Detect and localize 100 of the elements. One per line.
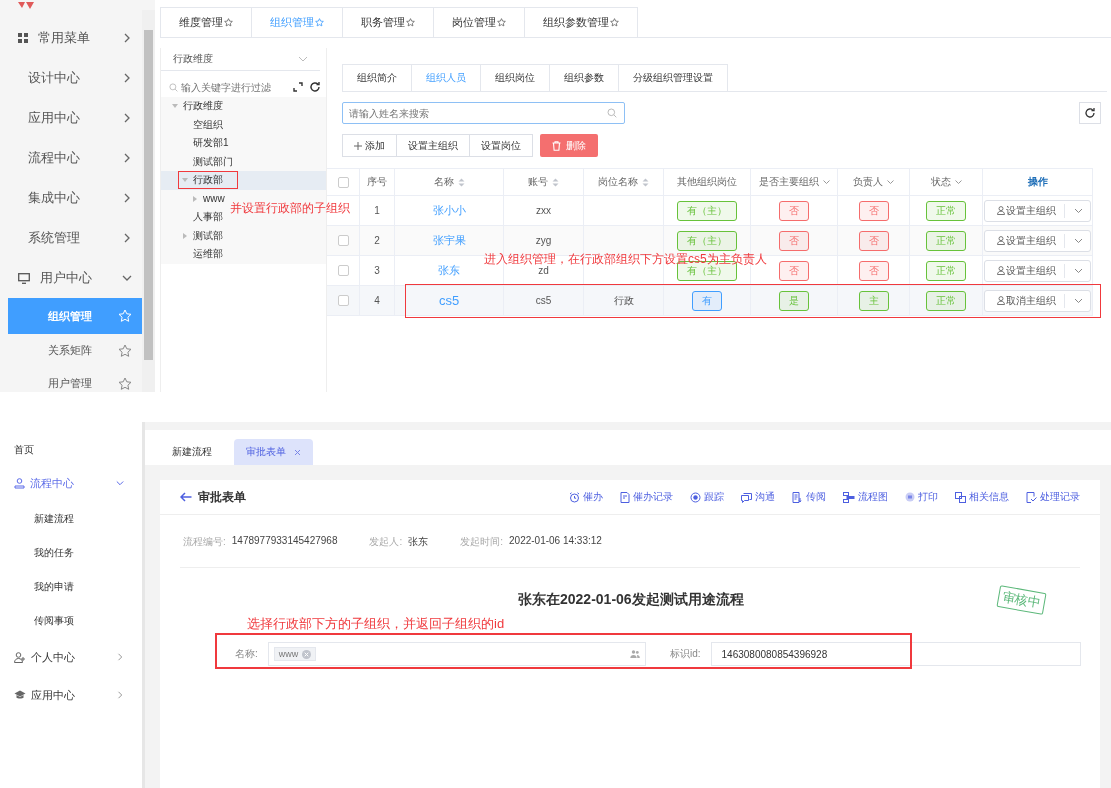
annotation-text: 并设置行政部的子组织: [230, 200, 350, 217]
menu-item[interactable]: 集成中心: [0, 178, 142, 218]
back-link[interactable]: 审批表单: [180, 488, 246, 506]
menu-item[interactable]: 我的申请: [0, 570, 142, 604]
user-icon: [997, 236, 1005, 245]
column-header[interactable]: 状态: [930, 175, 962, 189]
action-link[interactable]: 传阅: [792, 490, 826, 504]
refresh-icon[interactable]: [309, 81, 321, 93]
column-header[interactable]: 账号: [528, 175, 559, 189]
split-button[interactable]: 设置主组织: [984, 259, 1091, 282]
status-tag: 否: [858, 200, 889, 221]
filter-field[interactable]: 输入关键字进行过滤: [181, 81, 277, 93]
column-header[interactable]: 序号: [367, 175, 387, 189]
checkbox[interactable]: [337, 265, 349, 276]
menu-item[interactable]: 常用菜单: [0, 18, 142, 58]
table-cell: zxx: [536, 205, 551, 216]
checkbox[interactable]: [337, 295, 349, 306]
chevron-icon: [1074, 267, 1083, 274]
add-button[interactable]: 添加: [342, 134, 397, 157]
action-link[interactable]: 流程图: [843, 490, 888, 504]
menu-item[interactable]: 我的任务: [0, 536, 142, 570]
sort-icon[interactable]: [457, 177, 465, 187]
chevron-icon[interactable]: [954, 179, 962, 185]
tab[interactable]: 岗位管理: [434, 7, 525, 37]
tree-node[interactable]: 运维部: [161, 245, 241, 264]
checkbox[interactable]: [337, 235, 349, 246]
menu-item[interactable]: 传阅事项: [0, 604, 142, 638]
menu-item[interactable]: 关系矩阵: [8, 334, 142, 367]
menu-item[interactable]: 新建流程: [0, 502, 142, 536]
tree-node[interactable]: 研发部1: [161, 134, 247, 153]
chevron-icon[interactable]: [887, 179, 894, 185]
remove-icon[interactable]: [302, 649, 312, 659]
action-link[interactable]: 催办记录: [620, 490, 673, 504]
tab[interactable]: 新建流程: [160, 439, 224, 465]
column-header[interactable]: 名称: [433, 175, 465, 189]
tab[interactable]: 审批表单: [234, 439, 313, 465]
menu-item[interactable]: 系统管理: [0, 218, 142, 258]
tab[interactable]: 组织参数管理: [525, 7, 638, 37]
column-header[interactable]: 负责人: [853, 175, 894, 189]
flowchart-icon: [843, 491, 855, 503]
action-link[interactable]: 处理记录: [1026, 490, 1080, 504]
stamp-icon: [14, 477, 25, 489]
chevron-icon[interactable]: [822, 179, 830, 185]
column-header[interactable]: 岗位名称: [598, 175, 649, 189]
chat-icon: [741, 491, 752, 503]
star-icon[interactable]: [118, 376, 132, 391]
close-icon[interactable]: [294, 448, 301, 456]
sort-icon[interactable]: [552, 177, 559, 187]
split-button[interactable]: 设置主组织: [984, 229, 1091, 252]
menu-item[interactable]: 应用中心: [0, 676, 142, 714]
tab[interactable]: 组织岗位: [481, 64, 550, 91]
column-header[interactable]: 操作: [1027, 175, 1048, 189]
annotation-text: 选择行政部下方的子组织，并返回子组织的id: [247, 615, 505, 633]
column-header[interactable]: 是否主要组织: [758, 175, 830, 189]
alarm-clock-icon: [569, 491, 580, 503]
split-button[interactable]: 取消主组织: [984, 289, 1091, 312]
expand-icon[interactable]: [293, 82, 303, 92]
menu-item[interactable]: 首页: [0, 436, 142, 464]
tree-node[interactable]: 空组织: [161, 115, 241, 134]
refresh-button[interactable]: [1079, 102, 1101, 124]
tab[interactable]: 组织参数: [550, 64, 619, 91]
star-icon[interactable]: [118, 343, 132, 358]
action-link[interactable]: 沟通: [741, 490, 775, 504]
menu-item[interactable]: 用户中心: [0, 258, 142, 298]
menu-item[interactable]: 流程中心: [0, 464, 142, 502]
toolbar-button[interactable]: 设置岗位: [470, 134, 533, 157]
users-icon[interactable]: [630, 650, 640, 658]
action-link[interactable]: 催办: [569, 490, 603, 504]
tree-node[interactable]: 测试部: [161, 226, 241, 245]
split-button[interactable]: 设置主组织: [984, 199, 1091, 222]
tab[interactable]: 分级组织管理设置: [619, 64, 728, 91]
table-cell: 行政: [613, 293, 634, 308]
scrollbar[interactable]: [142, 10, 155, 392]
action-link[interactable]: 相关信息: [955, 490, 1009, 504]
checkbox[interactable]: [337, 176, 349, 188]
search-field[interactable]: 请输入姓名来搜索: [342, 102, 625, 124]
target-icon: [690, 491, 701, 503]
column-header[interactable]: 其他组织岗位: [677, 175, 737, 189]
menu-item[interactable]: 设计中心: [0, 58, 142, 98]
tree-node[interactable]: 测试部门: [161, 152, 251, 171]
menu-item[interactable]: 用户管理: [8, 367, 142, 392]
menu-item[interactable]: 流程中心: [0, 138, 142, 178]
chevron-icon: [1074, 207, 1083, 214]
tree-node[interactable]: 行政维度: [161, 97, 241, 116]
meta-label: 发起人:: [369, 535, 403, 549]
toolbar-button[interactable]: 设置主组织: [397, 134, 470, 157]
action-link[interactable]: 打印: [905, 490, 938, 504]
org-select-field[interactable]: www: [267, 642, 646, 666]
table-cell: 3: [374, 265, 380, 276]
tree-node[interactable]: 行政部: [161, 171, 326, 190]
menu-item[interactable]: 应用中心: [0, 98, 142, 138]
sort-icon[interactable]: [642, 177, 649, 187]
id-field[interactable]: 1463080080854396928: [710, 642, 1081, 666]
dimension-select[interactable]: 行政维度: [161, 48, 320, 71]
copy-icon: [955, 491, 966, 503]
action-link[interactable]: 跟踪: [690, 490, 724, 504]
tab[interactable]: 组织简介: [342, 64, 412, 91]
menu-item[interactable]: 个人中心: [0, 638, 142, 676]
tab[interactable]: 职务管理: [343, 7, 434, 37]
status-tag: 是: [779, 290, 809, 311]
